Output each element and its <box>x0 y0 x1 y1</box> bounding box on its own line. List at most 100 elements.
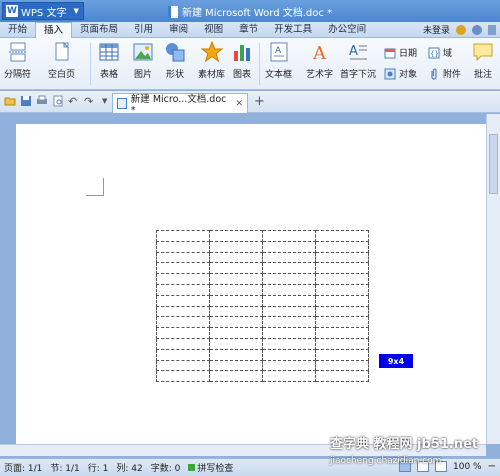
table-cell[interactable] <box>209 230 263 242</box>
table-cell[interactable] <box>156 370 210 383</box>
menu-page-layout[interactable]: 页面布局 <box>72 22 126 38</box>
table-cell[interactable] <box>156 337 210 350</box>
table-cell[interactable] <box>209 251 263 264</box>
table-cell[interactable] <box>209 316 263 329</box>
table-row <box>156 230 369 242</box>
blank-page-button[interactable]: 空白页 <box>48 41 75 80</box>
menu-references[interactable]: 引用 <box>126 22 161 38</box>
table-cell[interactable] <box>209 240 263 253</box>
table-cell[interactable] <box>156 230 210 242</box>
table-button[interactable]: 表格 <box>98 41 120 80</box>
object-button[interactable]: 对象 <box>384 67 417 80</box>
table-cell[interactable] <box>156 251 210 264</box>
document-tab[interactable]: 新建 Micro...文档.doc * ✕ <box>112 93 248 116</box>
login-link[interactable]: 未登录 <box>423 23 450 36</box>
table-cell[interactable] <box>262 305 316 318</box>
table-cell[interactable] <box>315 359 369 372</box>
table-cell[interactable] <box>315 316 369 329</box>
new-tab-button[interactable]: + <box>254 94 265 109</box>
table-cell[interactable] <box>315 251 369 264</box>
table-cell[interactable] <box>209 294 263 307</box>
table-cell[interactable] <box>156 327 210 339</box>
table-cell[interactable] <box>156 316 210 329</box>
page-break-button[interactable]: 分隔符 <box>4 41 31 80</box>
table-cell[interactable] <box>315 294 369 307</box>
date-button[interactable]: 日期 <box>384 46 417 59</box>
menu-view[interactable]: 视图 <box>196 22 231 38</box>
table-cell[interactable] <box>209 327 263 339</box>
table-cell[interactable] <box>315 240 369 253</box>
table-cell[interactable] <box>262 240 316 253</box>
vertical-scrollbar-thumb[interactable] <box>489 134 498 194</box>
inserted-table-preview[interactable] <box>156 230 369 383</box>
table-cell[interactable] <box>262 327 316 339</box>
field-button[interactable]: {} 域 <box>428 46 452 59</box>
dropcap-button[interactable]: A 首字下沉 <box>340 41 376 80</box>
table-cell[interactable] <box>315 370 369 383</box>
clipart-button[interactable]: 素材库 <box>198 41 225 80</box>
wordart-button[interactable]: A 艺术字 <box>306 41 333 80</box>
comment-button[interactable]: 批注 <box>472 41 494 80</box>
table-cell[interactable] <box>209 283 263 296</box>
open-folder-icon[interactable] <box>4 95 16 107</box>
table-cell[interactable] <box>315 230 369 242</box>
status-word-count[interactable]: 字数: 0 <box>147 461 185 474</box>
table-cell[interactable] <box>209 262 263 275</box>
menu-review[interactable]: 审阅 <box>161 22 196 38</box>
table-cell[interactable] <box>209 370 263 383</box>
table-cell[interactable] <box>262 370 316 383</box>
table-cell[interactable] <box>156 359 210 372</box>
table-cell[interactable] <box>315 283 369 296</box>
table-cell[interactable] <box>209 348 263 361</box>
textbox-button[interactable]: A 文本框 <box>265 41 292 80</box>
table-cell[interactable] <box>156 294 210 307</box>
table-cell[interactable] <box>209 273 263 285</box>
table-cell[interactable] <box>156 283 210 296</box>
table-cell[interactable] <box>262 359 316 372</box>
table-cell[interactable] <box>315 273 369 285</box>
menu-insert[interactable]: 插入 <box>35 21 73 38</box>
table-cell[interactable] <box>209 337 263 350</box>
attachment-button[interactable]: 附件 <box>428 67 461 80</box>
table-cell[interactable] <box>209 305 263 318</box>
save-icon[interactable] <box>20 95 32 107</box>
table-cell[interactable] <box>156 348 210 361</box>
table-cell[interactable] <box>209 359 263 372</box>
table-cell[interactable] <box>262 316 316 329</box>
vertical-scrollbar[interactable] <box>486 114 500 444</box>
table-cell[interactable] <box>156 305 210 318</box>
menu-sections[interactable]: 章节 <box>231 22 266 38</box>
table-cell[interactable] <box>156 262 210 275</box>
menu-home[interactable]: 开始 <box>0 22 35 38</box>
table-cell[interactable] <box>262 283 316 296</box>
table-cell[interactable] <box>262 230 316 242</box>
print-icon[interactable] <box>36 95 48 107</box>
undo-icon[interactable]: ↶ <box>68 95 80 108</box>
table-cell[interactable] <box>315 337 369 350</box>
skin-icon[interactable] <box>456 24 466 35</box>
print-preview-icon[interactable] <box>52 95 64 107</box>
chart-button[interactable]: 图表 <box>231 41 253 80</box>
spell-check-toggle[interactable]: 拼写检查 <box>184 461 237 474</box>
redo-icon[interactable]: ↷ <box>84 95 96 108</box>
close-tab-icon[interactable]: ✕ <box>235 99 243 109</box>
table-cell[interactable] <box>156 273 210 285</box>
table-cell[interactable] <box>262 251 316 264</box>
wps-app-menu-button[interactable]: W WPS 文字 ▼ <box>2 2 84 20</box>
menu-developer[interactable]: 开发工具 <box>266 22 320 38</box>
table-cell[interactable] <box>156 240 210 253</box>
minimize-ribbon-icon[interactable] <box>488 24 496 35</box>
help-icon[interactable] <box>472 24 482 35</box>
table-cell[interactable] <box>315 327 369 339</box>
table-cell[interactable] <box>262 337 316 350</box>
table-cell[interactable] <box>262 294 316 307</box>
table-cell[interactable] <box>315 305 369 318</box>
picture-button[interactable]: 图片 <box>132 41 154 80</box>
table-cell[interactable] <box>262 262 316 275</box>
table-cell[interactable] <box>262 273 316 285</box>
menu-office-space[interactable]: 办公空间 <box>320 22 374 38</box>
table-cell[interactable] <box>315 262 369 275</box>
table-cell[interactable] <box>262 348 316 361</box>
table-cell[interactable] <box>315 348 369 361</box>
shape-button[interactable]: 形状 <box>164 41 186 80</box>
